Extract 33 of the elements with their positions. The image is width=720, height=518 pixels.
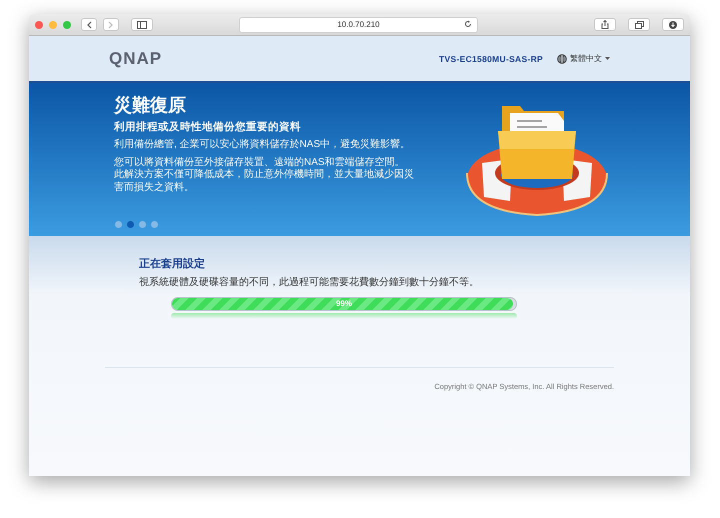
back-icon	[86, 20, 92, 28]
tabs-icon	[634, 20, 644, 28]
globe-icon	[557, 54, 567, 64]
forward-button[interactable]	[103, 18, 119, 31]
minimize-button[interactable]	[49, 20, 57, 28]
zoom-button[interactable]	[63, 20, 71, 28]
address-field[interactable]: 10.0.70.210	[239, 16, 478, 32]
logo: QNAP	[109, 48, 162, 68]
language-selector[interactable]: 繁體中文	[557, 53, 610, 64]
sidebar-button[interactable]	[131, 18, 153, 31]
banner-text: 利用備份總管, 企業可以安心將資料儲存於NAS中，避免災難影響。	[114, 139, 412, 152]
reload-icon[interactable]	[464, 20, 472, 28]
slide-dot[interactable]	[127, 221, 134, 228]
caret-icon	[605, 57, 610, 60]
sidebar-icon	[137, 20, 147, 28]
progress-label: 99%	[334, 298, 353, 310]
progress-title: 正在套用設定	[139, 256, 206, 271]
forward-icon	[108, 20, 114, 28]
download-button[interactable]	[662, 18, 684, 31]
progress-note: 視系統硬體及硬碟容量的不同，此過程可能需要花費數分鐘到數十分鐘不等。	[139, 276, 480, 289]
slide-dot[interactable]	[139, 221, 146, 228]
tabs-button[interactable]	[628, 18, 650, 31]
slide-dot[interactable]	[115, 221, 122, 228]
banner-title: 災難復原	[114, 94, 187, 117]
model-name: TVS-EC1580MU-SAS-RP	[439, 54, 543, 64]
close-button[interactable]	[35, 20, 43, 28]
slide-dot[interactable]	[151, 221, 158, 228]
banner-text: 您可以將資料備份至外接儲存裝置、遠端的NAS和雲端儲存空間。此解決方案不僅可降低成本，防止意外停機時間，並大量地減少因災害而損失之資料。	[114, 156, 414, 194]
share-button[interactable]	[594, 18, 616, 31]
banner-subtitle: 利用排程或及時性地備份您重要的資料	[114, 120, 302, 134]
download-icon	[669, 20, 677, 28]
share-icon	[601, 20, 609, 29]
back-button[interactable]	[81, 18, 97, 31]
